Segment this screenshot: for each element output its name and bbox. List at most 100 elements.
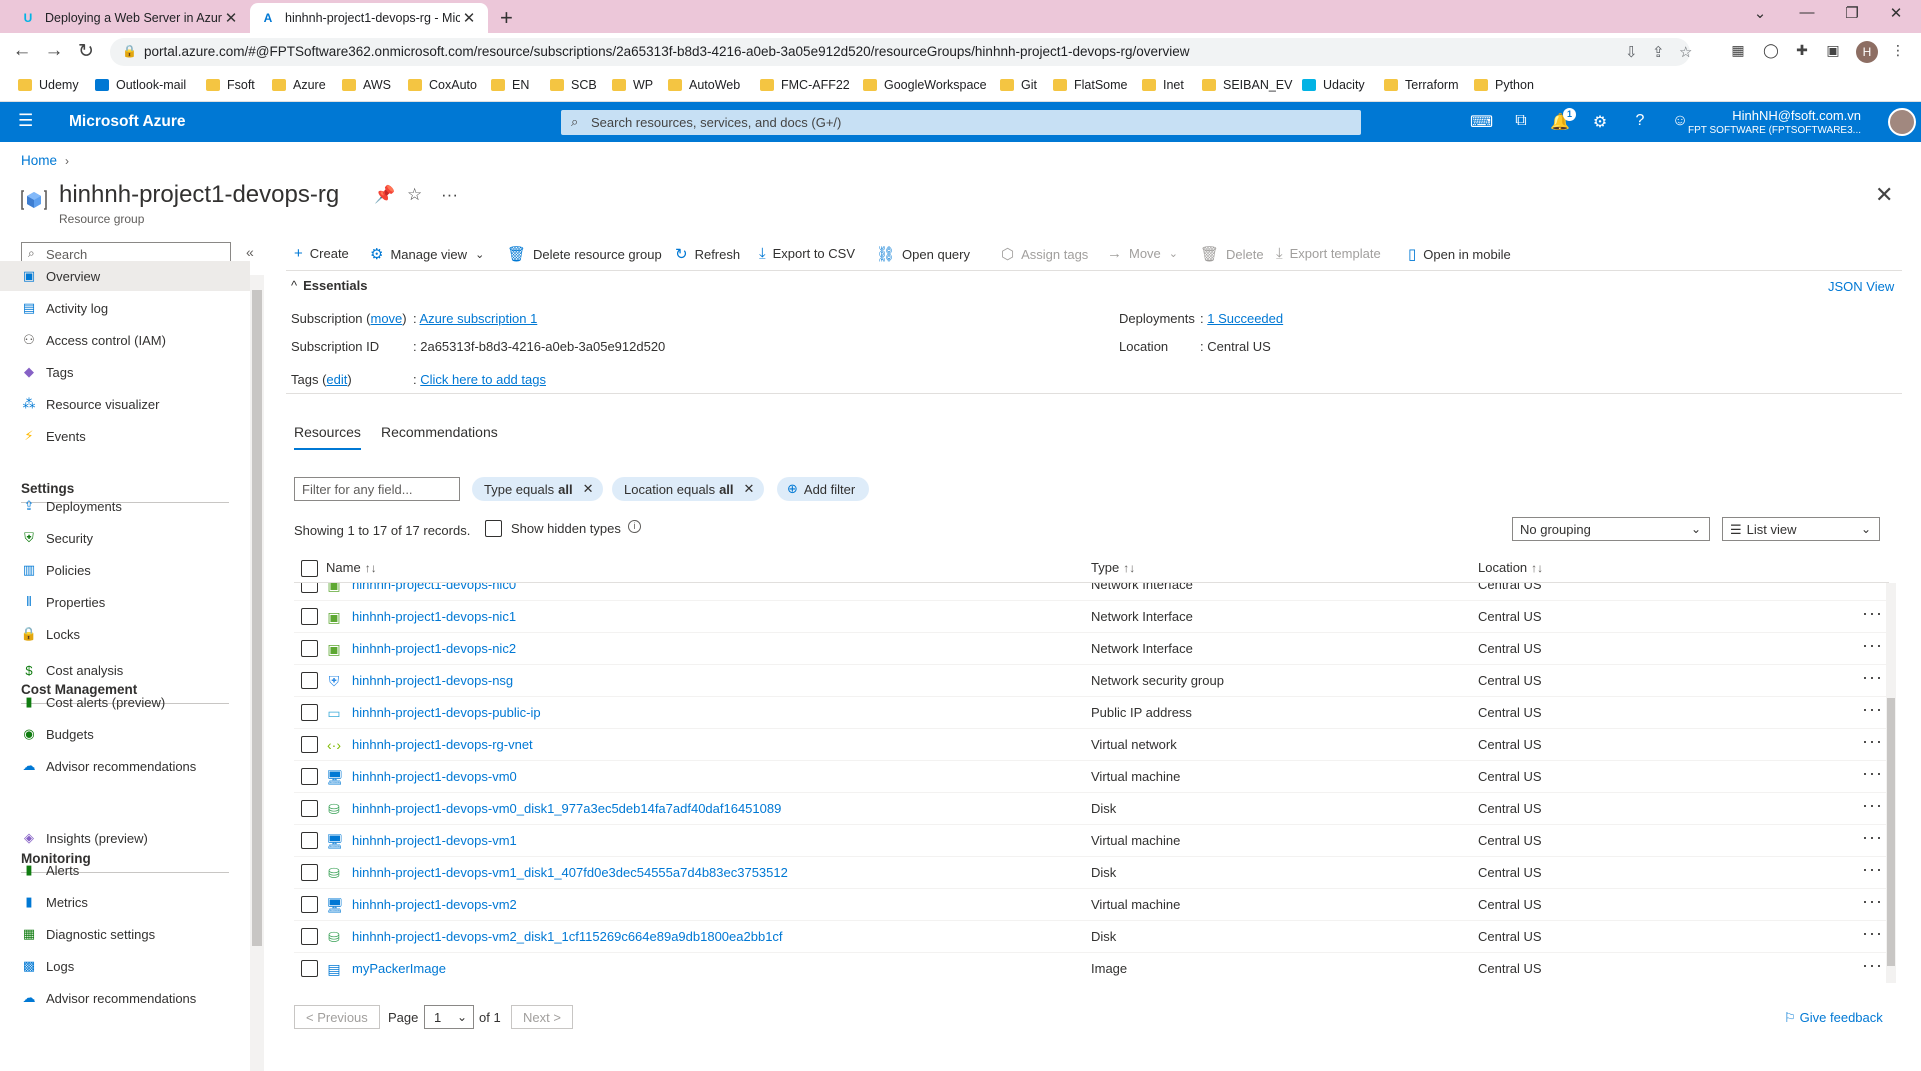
- table-row[interactable]: 🖥 hinhnh-project1-devops-vm0 Virtual machi…: [294, 761, 1889, 793]
- bookmark-git[interactable]: Git: [1000, 78, 1037, 92]
- next-page-button[interactable]: Next >: [511, 1005, 573, 1029]
- sidebar-item-policies[interactable]: ▥ Policies: [0, 555, 250, 585]
- remove-filter-icon[interactable]: ✕: [744, 481, 755, 497]
- sidebar-item-overview[interactable]: ▣ Overview: [0, 261, 250, 291]
- resource-name-link[interactable]: hinhnh-project1-devops-rg-vnet: [352, 737, 533, 752]
- user-tenant[interactable]: FPT SOFTWARE (FPTSOFTWARE3...: [1688, 125, 1861, 136]
- user-email[interactable]: HinhNH@fsoft.com.vn: [1732, 108, 1861, 123]
- tab-resources[interactable]: Resources: [294, 424, 361, 450]
- nav-scrollbar-thumb[interactable]: [252, 290, 262, 946]
- close-icon[interactable]: ✕: [222, 9, 240, 27]
- close-window-icon[interactable]: ✕: [1884, 4, 1908, 22]
- bookmark-coxauto[interactable]: CoxAuto: [408, 78, 477, 92]
- reload-icon[interactable]: ↻: [74, 40, 98, 63]
- row-checkbox[interactable]: [301, 896, 318, 913]
- browser-tab-azure[interactable]: A hinhnh-project1-devops-rg - Mic ✕: [250, 3, 488, 33]
- azure-brand[interactable]: Microsoft Azure: [69, 113, 186, 131]
- more-options-icon[interactable]: ···: [1862, 731, 1883, 752]
- export-template-button[interactable]: ⤓ Export template: [1276, 245, 1381, 262]
- resource-name-link[interactable]: hinhnh-project1-devops-nic0: [352, 583, 516, 592]
- sidebar-item-advisor-recommendations[interactable]: ☁ Advisor recommendations: [0, 751, 250, 781]
- bookmark-outlook[interactable]: Outlook-mail: [95, 78, 186, 92]
- export-csv-button[interactable]: ⤓ Export to CSV: [759, 245, 855, 262]
- table-row[interactable]: ⛁ hinhnh-project1-devops-vm2_disk1_1cf115…: [294, 921, 1889, 953]
- edit-tags-link[interactable]: edit: [326, 372, 347, 387]
- sidebar-item-deployments[interactable]: ⇪ Deployments: [0, 491, 250, 521]
- bookmark-python[interactable]: Python: [1474, 78, 1534, 92]
- row-checkbox[interactable]: [301, 960, 318, 977]
- resource-name-link[interactable]: hinhnh-project1-devops-nsg: [352, 673, 513, 688]
- table-row[interactable]: 🖥 hinhnh-project1-devops-vm1 Virtual machi…: [294, 825, 1889, 857]
- table-row[interactable]: 🖥 hinhnh-project1-devops-vm2 Virtual machi…: [294, 889, 1889, 921]
- table-row[interactable]: ▤ myPackerImage Image Central US ···: [294, 953, 1889, 983]
- settings-gear-icon[interactable]: ⚙: [1589, 112, 1611, 132]
- bookmark-udacity[interactable]: Udacity: [1302, 78, 1365, 92]
- directory-filter-icon[interactable]: ⧉: [1510, 112, 1532, 130]
- bookmark-inet[interactable]: Inet: [1142, 78, 1184, 92]
- new-tab-icon[interactable]: +: [500, 5, 513, 31]
- kebab-menu-icon[interactable]: ⋮: [1888, 42, 1908, 62]
- table-row[interactable]: ⛁ hinhnh-project1-devops-vm0_disk1_977a3e…: [294, 793, 1889, 825]
- delete-resource-group-button[interactable]: 🗑 Delete resource group: [507, 245, 662, 263]
- close-icon[interactable]: ✕: [460, 9, 478, 27]
- resource-name-link[interactable]: hinhnh-project1-devops-vm1: [352, 833, 517, 848]
- table-row[interactable]: ⛨ hinhnh-project1-devops-nsg Network secur…: [294, 665, 1889, 697]
- show-hidden-types-checkbox[interactable]: [485, 520, 502, 537]
- row-checkbox[interactable]: [301, 583, 318, 593]
- essentials-toggle[interactable]: ^ Essentials: [291, 278, 367, 293]
- global-search-input[interactable]: ⌕ Search resources, services, and docs (…: [561, 110, 1361, 135]
- more-options-icon[interactable]: ···: [1862, 859, 1883, 880]
- url-field[interactable]: 🔒 portal.azure.com/#@FPTSoftware362.onmi…: [110, 38, 1692, 66]
- move-button[interactable]: → Move ⌄: [1107, 245, 1178, 262]
- tab-search-icon[interactable]: ⌄: [1748, 4, 1772, 22]
- resource-name-link[interactable]: hinhnh-project1-devops-vm2_disk1_1cf1152…: [352, 929, 783, 944]
- browser-tab-udacity[interactable]: U Deploying a Web Server in Azure ✕: [10, 3, 250, 33]
- deployments-link[interactable]: 1 Succeeded: [1207, 311, 1283, 326]
- install-icon[interactable]: ⇩: [1625, 43, 1638, 61]
- table-scrollbar-thumb[interactable]: [1887, 698, 1895, 966]
- type-filter-pill[interactable]: Type equals all ✕: [472, 477, 604, 501]
- more-options-icon[interactable]: ···: [1862, 955, 1883, 976]
- bookmark-flatsome[interactable]: FlatSome: [1053, 78, 1128, 92]
- delete-button[interactable]: 🗑 Delete: [1200, 245, 1264, 263]
- forward-icon[interactable]: →: [42, 40, 66, 62]
- bookmark-en[interactable]: EN: [491, 78, 529, 92]
- tab-recommendations[interactable]: Recommendations: [381, 424, 498, 448]
- more-options-icon[interactable]: ···: [1862, 667, 1883, 688]
- refresh-button[interactable]: ↻ Refresh: [675, 245, 740, 263]
- row-checkbox[interactable]: [301, 832, 318, 849]
- puzzle-icon[interactable]: ✚: [1792, 42, 1812, 62]
- minimize-icon[interactable]: —: [1795, 4, 1819, 21]
- star-icon[interactable]: ☆: [1679, 43, 1692, 61]
- grouping-dropdown[interactable]: No grouping ⌄: [1512, 517, 1710, 541]
- resource-name-link[interactable]: myPackerImage: [352, 961, 446, 976]
- more-options-icon[interactable]: ···: [1862, 699, 1883, 720]
- sidebar-item-alerts[interactable]: ▮ Alerts: [0, 855, 250, 885]
- resource-name-link[interactable]: hinhnh-project1-devops-nic1: [352, 609, 516, 624]
- bookmark-fsoft[interactable]: Fsoft: [206, 78, 255, 92]
- select-all-checkbox[interactable]: [301, 560, 318, 577]
- more-options-icon[interactable]: ···: [1862, 795, 1883, 816]
- table-row[interactable]: ▭ hinhnh-project1-devops-public-ip Public …: [294, 697, 1889, 729]
- give-feedback-link[interactable]: ⚐ Give feedback: [1784, 1010, 1883, 1026]
- table-row[interactable]: ▣ hinhnh-project1-devops-nic0 Network Inte…: [294, 583, 1889, 601]
- favorite-star-icon[interactable]: ☆: [407, 185, 422, 205]
- row-checkbox[interactable]: [301, 928, 318, 945]
- bookmark-terraform[interactable]: Terraform: [1384, 78, 1458, 92]
- cloud-shell-icon[interactable]: ⌨: [1470, 112, 1493, 132]
- sidebar-item-locks[interactable]: 🔒 Locks: [0, 619, 250, 649]
- json-view-link[interactable]: JSON View: [1828, 279, 1894, 294]
- bookmark-wp[interactable]: WP: [612, 78, 653, 92]
- row-checkbox[interactable]: [301, 704, 318, 721]
- sidebar-item-metrics[interactable]: ▮ Metrics: [0, 887, 250, 917]
- extension-icon[interactable]: ▦: [1728, 42, 1748, 62]
- breadcrumb-home[interactable]: Home: [21, 153, 57, 168]
- move-link[interactable]: move: [371, 311, 403, 326]
- bookmark-azure[interactable]: Azure: [272, 78, 326, 92]
- resource-name-link[interactable]: hinhnh-project1-devops-nic2: [352, 641, 516, 656]
- table-row[interactable]: ‹·› hinhnh-project1-devops-rg-vnet Virtual…: [294, 729, 1889, 761]
- column-header-name[interactable]: Name ↑↓: [326, 560, 377, 575]
- more-actions-icon[interactable]: ···: [441, 185, 458, 205]
- create-button[interactable]: + Create: [294, 245, 349, 262]
- row-checkbox[interactable]: [301, 736, 318, 753]
